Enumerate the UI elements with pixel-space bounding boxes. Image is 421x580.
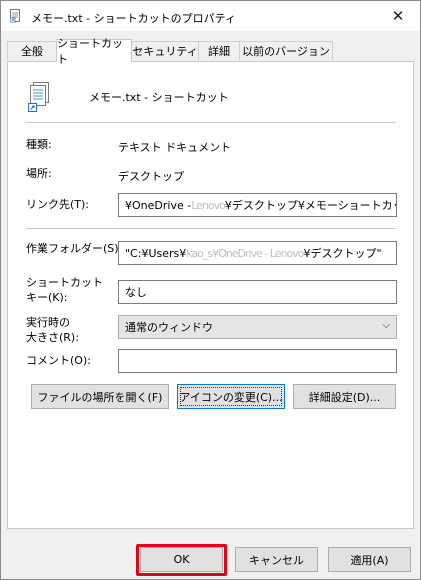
target-input[interactable]: ¥OneDrive - Lenovo ¥デスクトップ¥メモーショートカット.tx…	[118, 193, 397, 217]
location-value: デスクトップ	[118, 170, 184, 183]
location-label: 場所:	[26, 167, 52, 180]
startin-input[interactable]: "C:¥Users¥ kao_s¥OneDrive - Lenovo ¥デスクト…	[118, 241, 397, 265]
tab-details[interactable]: 詳細	[198, 41, 240, 60]
hotkey-label-line1: ショートカット	[26, 276, 103, 289]
tab-security[interactable]: セキュリティ	[131, 41, 199, 60]
type-label: 種類:	[26, 138, 52, 151]
run-select[interactable]: 通常のウィンドウ ⌵	[118, 315, 397, 339]
apply-button[interactable]: 適用(A)	[328, 547, 411, 572]
hotkey-input[interactable]: なし	[118, 280, 397, 304]
text-file-icon	[10, 9, 20, 23]
tab-general[interactable]: 全般	[7, 41, 57, 60]
target-value-suffix: ¥デスクトップ¥メモーショートカット.txt"	[224, 199, 396, 212]
startin-label: 作業フォルダー(S):	[26, 242, 123, 255]
startin-value-prefix: "C:¥Users¥	[125, 246, 187, 260]
ok-button-highlight	[136, 544, 227, 576]
run-value: 通常のウィンドウ	[125, 321, 213, 334]
tab-previous-versions[interactable]: 以前のバージョン	[239, 41, 333, 60]
run-label-line2: 大きさ(R):	[26, 331, 79, 344]
comment-input[interactable]	[118, 349, 397, 373]
target-value-prefix: ¥OneDrive -	[125, 198, 192, 212]
shortcut-file-icon	[28, 82, 49, 112]
divider	[26, 228, 396, 229]
shortcut-name: メモー.txt - ショートカット	[89, 91, 229, 104]
divider	[26, 122, 396, 123]
comment-label: コメント(O):	[26, 354, 91, 367]
open-file-location-button[interactable]: ファイルの場所を開く(F)	[31, 384, 169, 409]
tab-shortcut[interactable]: ショートカット	[56, 37, 132, 66]
target-value-redacted: Lenovo	[191, 198, 226, 212]
target-label: リンク先(T):	[26, 198, 90, 211]
cancel-button[interactable]: キャンセル	[235, 547, 318, 572]
run-label-line1: 実行時の	[26, 316, 70, 329]
chevron-down-icon: ⌵	[382, 320, 390, 331]
type-value: テキスト ドキュメント	[118, 141, 232, 154]
advanced-button[interactable]: 詳細設定(D)...	[293, 384, 396, 409]
hotkey-value: なし	[125, 286, 147, 299]
close-button[interactable]: ✕	[376, 1, 420, 31]
window-title: メモー.txt - ショートカットのプロパティ	[31, 12, 236, 25]
properties-window: メモー.txt - ショートカットのプロパティ ✕ 全般 ショートカット セキュ…	[0, 0, 421, 580]
title-bar[interactable]: メモー.txt - ショートカットのプロパティ ✕	[1, 1, 420, 31]
change-icon-button[interactable]: アイコンの変更(C)...	[177, 384, 285, 409]
tab-strip: 全般 ショートカット セキュリティ 詳細 以前のバージョン	[7, 37, 415, 66]
startin-value-redacted: kao_s¥OneDrive - Lenovo	[186, 246, 304, 260]
close-icon: ✕	[391, 7, 405, 25]
startin-value-suffix: ¥デスクトップ"	[303, 247, 382, 260]
hotkey-label-line2: キー(K):	[26, 291, 68, 304]
